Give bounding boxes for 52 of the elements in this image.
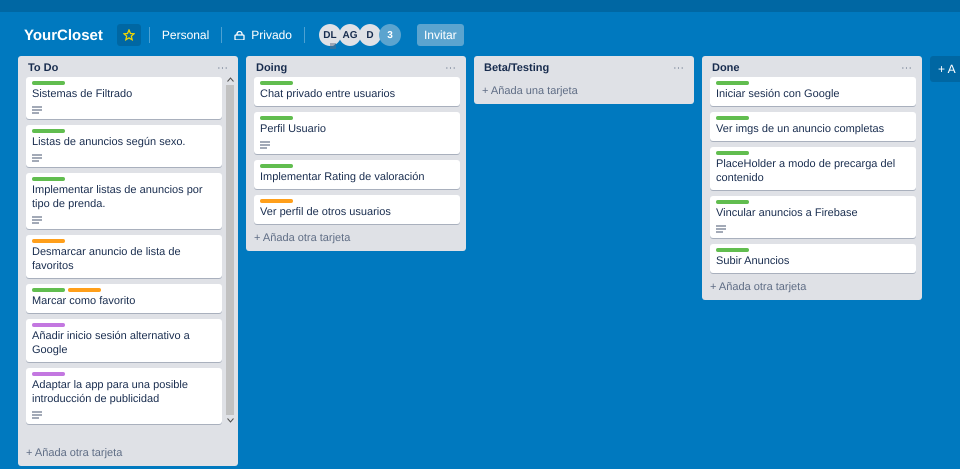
add-card-button[interactable]: + Añada una tarjeta: [474, 77, 694, 104]
card[interactable]: Subir Anuncios: [710, 244, 916, 273]
list-title: Doing: [256, 62, 288, 74]
add-list-button[interactable]: + A: [930, 56, 960, 82]
card[interactable]: Añadir inicio sesión alternativo a Google: [26, 319, 222, 362]
list-title: To Do: [28, 62, 58, 74]
card-title: Iniciar sesión con Google: [716, 87, 841, 101]
card-title: Implementar Rating de valoración: [260, 170, 426, 184]
visibility-button[interactable]: Privado: [230, 28, 296, 42]
card[interactable]: Iniciar sesión con Google: [710, 77, 916, 106]
card[interactable]: Desmarcar anuncio de lista de favoritos: [26, 235, 222, 278]
card[interactable]: Marcar como favorito: [26, 284, 222, 313]
member-avatar[interactable]: D: [358, 24, 381, 46]
card-title: Listas de anuncios según sexo.: [32, 135, 186, 149]
card-title: Sistemas de Filtrado: [32, 87, 134, 101]
card[interactable]: Perfil Usuario: [254, 112, 460, 154]
star-button[interactable]: [116, 24, 141, 46]
card-title: PlaceHolder a modo de precarga del contenido: [716, 157, 896, 185]
member-avatar[interactable]: DL: [318, 24, 341, 46]
lock-icon: [234, 30, 246, 40]
card[interactable]: Ver imgs de un anuncio completas: [710, 112, 916, 141]
team-button[interactable]: Personal: [158, 28, 214, 42]
card[interactable]: Vincular anuncios a Firebase: [710, 196, 916, 238]
card-title: Subir Anuncios: [716, 254, 790, 268]
scroll-down-icon[interactable]: [226, 418, 234, 423]
board-title: YourCloset: [24, 26, 103, 44]
add-card-button[interactable]: + Añada otra tarjeta: [246, 224, 466, 251]
card-title: Ver perfil de otros usuarios: [260, 205, 392, 219]
card[interactable]: Implementar listas de anuncios por tipo de prenda.: [26, 173, 222, 229]
list-title: Beta/Testing: [484, 62, 550, 74]
member-badge-icon: [328, 43, 337, 49]
add-card-button[interactable]: + Añada otra tarjeta: [18, 439, 238, 466]
card-title: Chat privado entre usuarios: [260, 87, 396, 101]
card[interactable]: Sistemas de Filtrado: [26, 77, 222, 119]
card-title: Implementar listas de anuncios por tipo de prenda.: [32, 183, 204, 211]
scroll-up-icon[interactable]: [226, 77, 234, 82]
card-title: Perfil Usuario: [260, 122, 328, 136]
card[interactable]: Chat privado entre usuarios: [254, 77, 460, 106]
card-title: Adaptar la app para una posible introducción de publicidad: [32, 378, 189, 406]
card[interactable]: Ver perfil de otros usuarios: [254, 195, 460, 224]
card[interactable]: PlaceHolder a modo de precarga del contenido: [710, 147, 916, 190]
list-title: Done: [712, 62, 740, 74]
add-card-button[interactable]: + Añada otra tarjeta: [702, 273, 922, 300]
member-avatar[interactable]: AG: [338, 24, 361, 46]
card-title: Añadir inicio sesión alternativo a Google: [32, 329, 191, 357]
card-title: Desmarcar anuncio de lista de favoritos: [32, 245, 182, 273]
card[interactable]: Implementar Rating de valoración: [254, 160, 460, 189]
card-title: Marcar como favorito: [32, 294, 136, 308]
card-title: Ver imgs de un anuncio completas: [716, 122, 886, 136]
card[interactable]: Adaptar la app para una posible introducción de publicidad: [26, 368, 222, 424]
card-title: Vincular anuncios a Firebase: [716, 206, 859, 220]
card[interactable]: Listas de anuncios según sexo.: [26, 125, 222, 167]
